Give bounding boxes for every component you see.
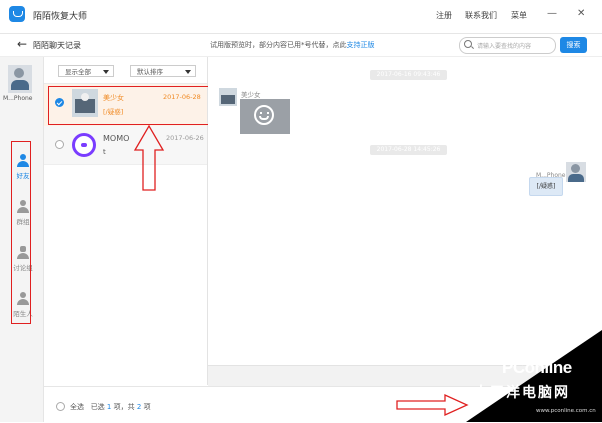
- total-count: 2: [136, 403, 142, 411]
- sender-name: 美少女: [241, 91, 261, 99]
- selected-prefix: 已选: [90, 403, 105, 411]
- show-filter-label: 显示全部: [65, 68, 91, 76]
- selected-mid: 项，共: [113, 403, 135, 411]
- search-icon: [464, 40, 472, 48]
- search-button[interactable]: 搜索: [560, 37, 587, 53]
- app-title: 陌陌恢复大师: [33, 12, 88, 22]
- device-avatar[interactable]: [8, 65, 32, 93]
- page-title: 陌陌聊天记录: [33, 41, 81, 50]
- timestamp: 2017-06-28 14:45:26: [370, 145, 447, 155]
- row-checkbox[interactable]: [55, 140, 64, 149]
- subheader: ← 陌陌聊天记录 试用版预览时，部分内容已用*号代替，点此支持正版 请输入要查找…: [0, 34, 602, 57]
- back-arrow-icon[interactable]: ←: [17, 37, 27, 51]
- sender-avatar: [219, 88, 237, 106]
- selected-count: 1: [106, 403, 112, 411]
- nav-highlight-box: [11, 141, 31, 324]
- support-link[interactable]: 支持正版: [347, 41, 375, 49]
- select-all-label[interactable]: 全选: [70, 403, 84, 411]
- show-filter-dropdown[interactable]: 显示全部: [58, 65, 114, 77]
- main-menu[interactable]: 菜单: [511, 10, 527, 21]
- select-all-checkbox[interactable]: [56, 402, 65, 411]
- my-message-bubble: [/疑惑]: [529, 177, 563, 196]
- watermark-logo: PConline: [502, 358, 572, 377]
- chevron-down-icon: [103, 70, 109, 74]
- timestamp: 2017-06-16 09:43:46: [370, 70, 447, 80]
- watermark-cn: 太平洋电脑网: [474, 385, 570, 401]
- close-button[interactable]: ✕: [577, 8, 585, 19]
- row-highlight-box: [48, 86, 215, 125]
- register-menu[interactable]: 注册: [436, 10, 452, 21]
- smiley-icon: [254, 105, 274, 125]
- chevron-down-icon: [185, 70, 191, 74]
- app-logo-icon: [9, 6, 25, 22]
- message-date: 2017-06-26: [166, 134, 204, 142]
- list-item[interactable]: [44, 126, 207, 165]
- watermark: PConline 太平洋电脑网 www.pconline.com.cn: [466, 330, 602, 422]
- search-input[interactable]: 请输入要查找的内容: [459, 37, 556, 54]
- contact-name: MOMO: [103, 134, 130, 143]
- sort-label: 默认排序: [137, 68, 163, 76]
- contact-menu[interactable]: 联系我们: [465, 10, 497, 21]
- trial-notice: 试用版预览时，部分内容已用*号代替，点此支持正版: [210, 40, 375, 50]
- device-name: M...Phone: [3, 95, 33, 102]
- minimize-button[interactable]: —: [547, 8, 557, 19]
- my-avatar: [566, 162, 586, 182]
- momo-avatar: [72, 133, 96, 157]
- watermark-url: www.pconline.com.cn: [536, 408, 596, 414]
- selection-summary: 全选 已选 1 项，共 2 项: [70, 402, 151, 412]
- message-preview: t: [103, 148, 106, 156]
- trial-notice-text: 试用版预览时，部分内容已用*号代替，点此: [210, 41, 347, 49]
- right-arrow-annotation: [396, 393, 469, 417]
- search-placeholder: 请输入要查找的内容: [477, 43, 532, 50]
- sort-dropdown[interactable]: 默认排序: [130, 65, 196, 77]
- selected-suffix: 项: [143, 403, 151, 411]
- sticker-message: [240, 99, 290, 134]
- up-arrow-annotation: [133, 124, 165, 191]
